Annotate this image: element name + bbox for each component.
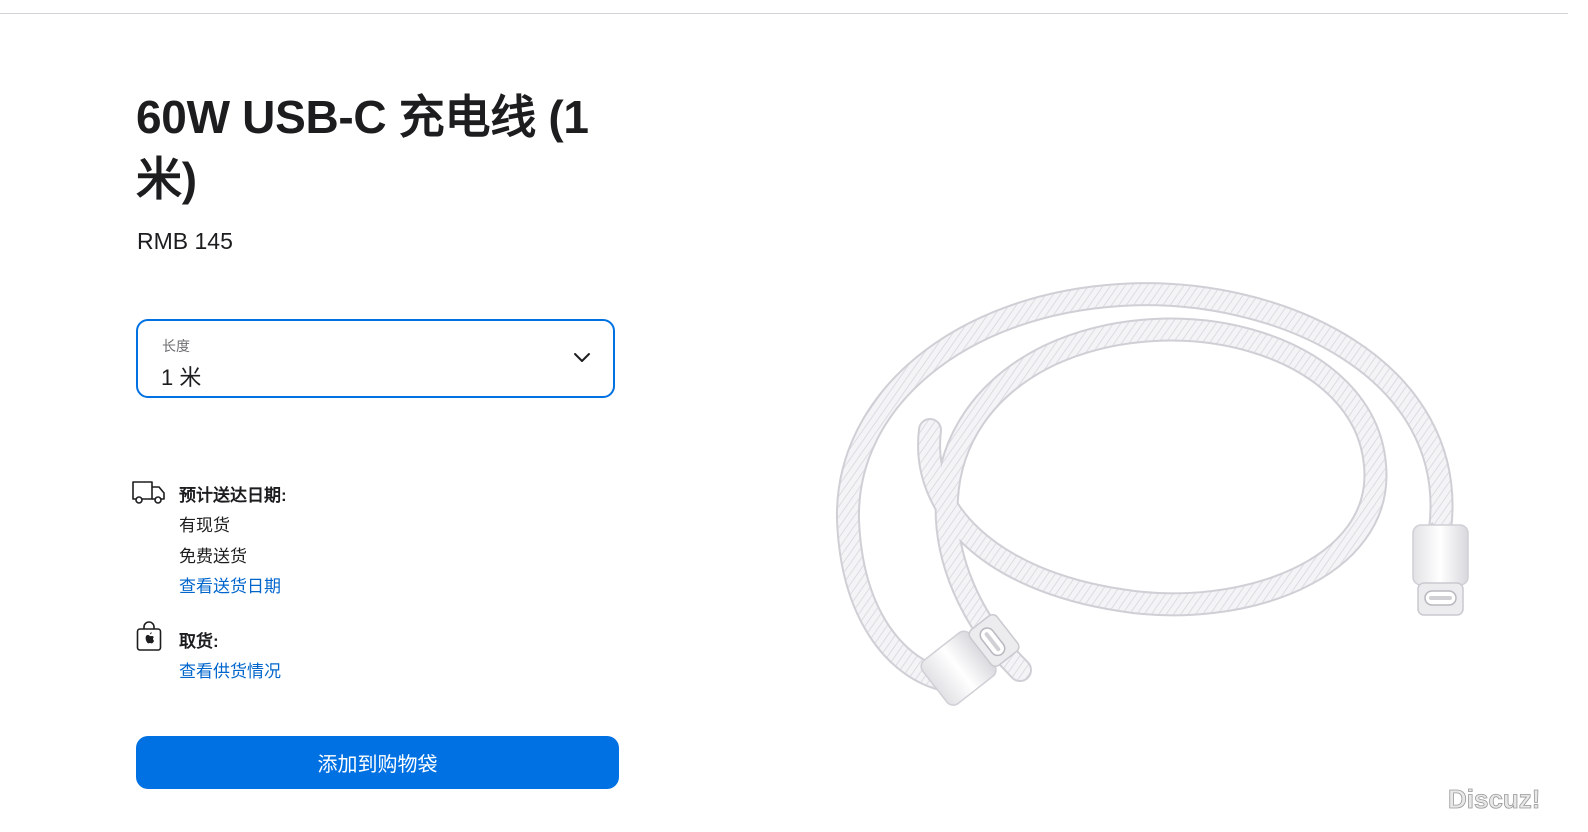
product-title: 60W USB-C 充电线 (1 米) — [136, 91, 589, 205]
view-availability-link[interactable]: 查看供货情况 — [179, 657, 281, 682]
add-to-bag-button[interactable]: 添加到购物袋 — [136, 736, 619, 789]
delivery-title: 预计送达日期: — [179, 486, 287, 505]
delivery-truck-icon — [132, 481, 165, 504]
discuz-watermark: Discuz! — [1444, 778, 1556, 818]
page-edge — [1568, 0, 1588, 832]
usb-c-cable-image — [835, 282, 1469, 706]
delivery-shipping-info: 免费送货 — [179, 547, 247, 566]
pickup-title: 取货: — [179, 632, 219, 651]
product-price: RMB 145 — [137, 228, 233, 254]
delivery-stock-status: 有现货 — [179, 516, 230, 535]
length-select-label: 长度 — [162, 338, 190, 354]
chevron-down-icon — [574, 353, 590, 362]
view-delivery-dates-link[interactable]: 查看送货日期 — [179, 572, 281, 597]
length-select[interactable]: 长度 1 米 — [136, 319, 615, 398]
top-divider — [0, 13, 1568, 14]
length-select-value: 1 米 — [161, 365, 202, 390]
apple-bag-icon — [136, 621, 162, 651]
watermark-text: Discuz! — [1448, 784, 1540, 814]
